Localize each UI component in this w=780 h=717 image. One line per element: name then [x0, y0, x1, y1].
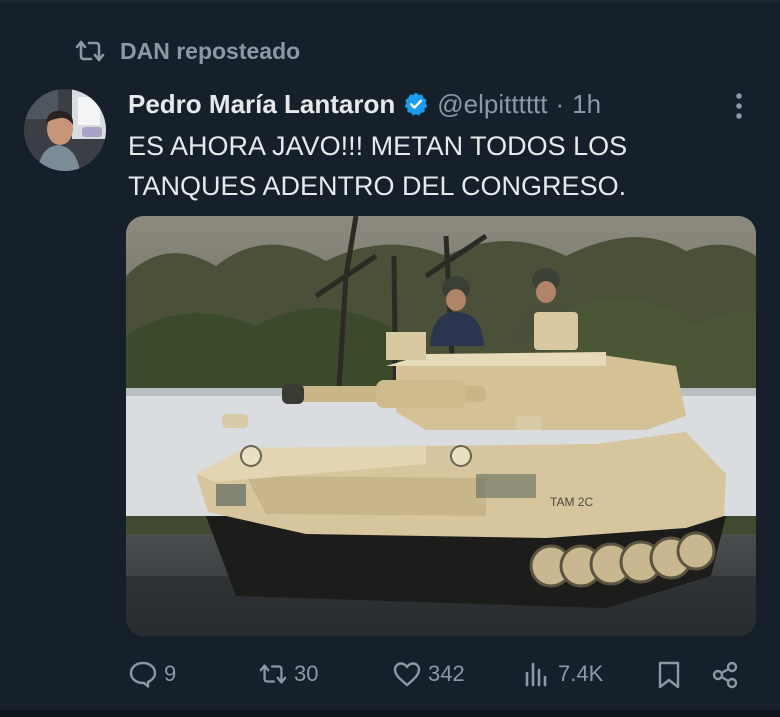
reply-icon [129, 661, 157, 688]
view-count: 7.4K [558, 661, 604, 686]
tweet-media-image[interactable]: TAM 2C [126, 216, 756, 636]
repost-label: DAN reposteado [120, 37, 301, 64]
repost-icon [75, 40, 105, 62]
analytics-icon [525, 662, 547, 687]
views-button[interactable]: 7.4K [522, 652, 603, 696]
tank-marking: TAM 2C [550, 495, 593, 509]
like-button[interactable]: 342 [392, 652, 465, 696]
tweet-actions-bar: 9 30 342 7.4K [0, 652, 780, 696]
heart-icon [393, 662, 421, 687]
separator-dot: · [555, 88, 565, 119]
top-divider [0, 0, 780, 2]
repost-icon [259, 664, 287, 684]
verified-badge-icon [404, 92, 428, 116]
share-icon[interactable] [710, 660, 740, 690]
repost-button[interactable]: 30 [258, 652, 318, 696]
like-count: 342 [428, 661, 465, 686]
bottom-divider [0, 710, 780, 717]
repost-indicator[interactable]: DAN reposteado [74, 36, 300, 66]
tweet-header: Pedro María Lantaron @elpitttttt · 1h [128, 86, 601, 122]
tweet-text: ES AHORA JAVO!!! METAN TODOS LOS TANQUES… [128, 131, 628, 201]
reply-button[interactable]: 9 [128, 652, 176, 696]
reply-count: 9 [164, 661, 177, 686]
author-name[interactable]: Pedro María Lantaron [128, 89, 395, 120]
repost-count: 30 [294, 661, 319, 686]
tweet-time[interactable]: 1h [572, 89, 601, 120]
more-options-icon[interactable] [728, 90, 750, 124]
author-avatar[interactable] [24, 89, 106, 171]
author-handle[interactable]: @elpitttttt [437, 89, 547, 120]
bookmark-icon[interactable] [656, 660, 682, 690]
